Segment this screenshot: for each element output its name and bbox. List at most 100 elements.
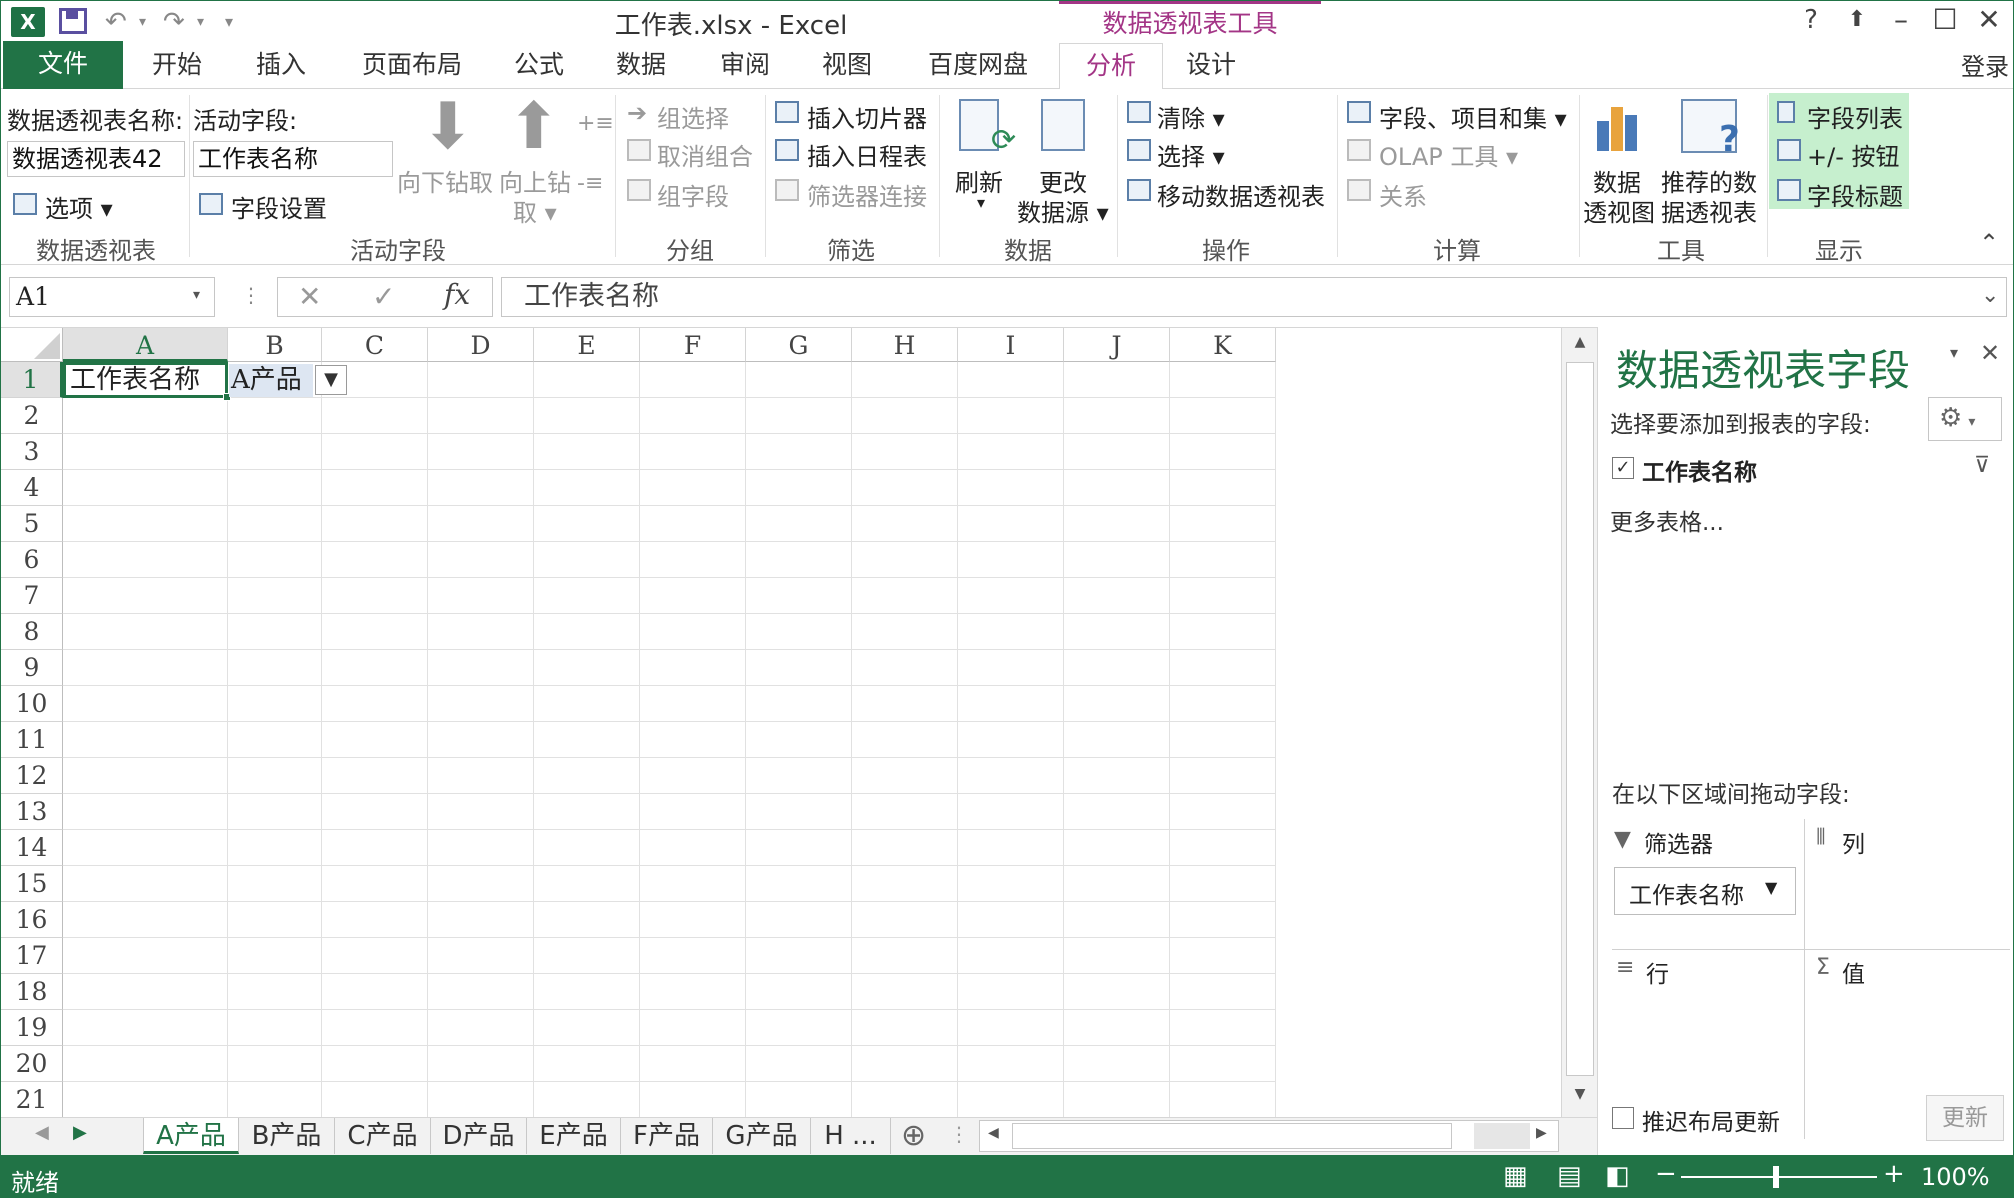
filter-field-pill[interactable]: 工作表名称 ▼ <box>1614 867 1796 915</box>
vertical-scroll-thumb[interactable] <box>1566 362 1594 1076</box>
column-header-d[interactable]: D <box>428 328 534 362</box>
column-header-j[interactable]: J <box>1064 328 1170 362</box>
filter-connections-button[interactable]: 筛选器连接 <box>807 177 927 212</box>
horizontal-scrollbar[interactable]: ◀ ▶ <box>979 1120 1559 1152</box>
insert-slicer-button[interactable]: 插入切片器 <box>807 99 927 134</box>
login-link[interactable]: 登录 <box>1961 47 2009 82</box>
sheet-tab-1[interactable]: B产品 <box>239 1118 335 1154</box>
tab-data[interactable]: 数据 <box>611 47 671 87</box>
new-sheet-icon[interactable]: ⊕ <box>901 1118 926 1153</box>
scroll-left-icon[interactable]: ◀ <box>988 1125 999 1141</box>
column-header-e[interactable]: E <box>534 328 640 362</box>
expand-formula-icon[interactable]: ⌄ <box>1981 283 1999 308</box>
fields-items-sets-button[interactable]: 字段、项目和集 ▾ <box>1379 99 1567 134</box>
cell-a1[interactable]: 工作表名称 <box>63 362 228 398</box>
worksheet-grid[interactable]: ABCDEFGHIJK 1 2 3 4 5 6 7 8 9 10 11 12 13 14 15 16 17 18 1… <box>1 327 1597 1118</box>
scroll-up-icon[interactable]: ▲ <box>1566 334 1594 358</box>
maximize-icon[interactable]: ☐ <box>1925 3 1965 36</box>
tab-home[interactable]: 开始 <box>147 47 207 87</box>
group-field-button[interactable]: 组字段 <box>657 177 729 212</box>
zoom-slider-thumb[interactable] <box>1773 1166 1779 1188</box>
zoom-level[interactable]: 100% <box>1921 1163 1990 1191</box>
row-header-10[interactable]: 10 <box>1 686 63 722</box>
tab-design[interactable]: 设计 <box>1181 47 1241 87</box>
pivot-chart-button-line2[interactable]: 透视图 <box>1583 193 1655 228</box>
zoom-slider-track[interactable] <box>1681 1176 1877 1178</box>
name-box-dropdown-icon[interactable]: ▾ <box>193 287 200 303</box>
column-header-a[interactable]: A <box>63 328 228 362</box>
sheet-tab-3[interactable]: D产品 <box>431 1118 527 1154</box>
tab-view[interactable]: 视图 <box>817 47 877 87</box>
vertical-scrollbar[interactable]: ▲ ▼ <box>1561 328 1597 1118</box>
select-button[interactable]: 选择 ▾ <box>1157 137 1225 172</box>
row-header-21[interactable]: 21 <box>1 1082 63 1118</box>
column-header-k[interactable]: K <box>1170 328 1276 362</box>
active-field-input[interactable]: 工作表名称 <box>193 141 393 177</box>
refresh-dropdown-icon[interactable]: ▾ <box>977 193 985 212</box>
tab-file[interactable]: 文件 <box>3 41 123 89</box>
filter-pill-dropdown-icon[interactable]: ▼ <box>1765 878 1777 897</box>
name-box[interactable]: A1 <box>9 277 215 317</box>
column-header-c[interactable]: C <box>322 328 428 362</box>
scroll-right-icon[interactable]: ▶ <box>1536 1125 1547 1141</box>
scroll-down-icon[interactable]: ▼ <box>1566 1086 1594 1110</box>
row-header-16[interactable]: 16 <box>1 902 63 938</box>
tab-analyze[interactable]: 分析 <box>1059 43 1163 90</box>
field-filter-icon[interactable]: ⊽ <box>1974 453 1990 478</box>
minimize-icon[interactable]: – <box>1881 3 1921 36</box>
column-header-i[interactable]: I <box>958 328 1064 362</box>
row-header-2[interactable]: 2 <box>1 398 63 434</box>
gear-icon[interactable]: ⚙ ▾ <box>1928 397 2002 441</box>
cell-b1[interactable]: A产品 <box>229 364 313 397</box>
tab-review[interactable]: 审阅 <box>715 47 775 87</box>
more-tables-link[interactable]: 更多表格... <box>1610 503 1724 537</box>
field-settings-button[interactable]: 字段设置 <box>231 189 327 224</box>
row-header-3[interactable]: 3 <box>1 434 63 470</box>
row-header-5[interactable]: 5 <box>1 506 63 542</box>
sheet-tab-4[interactable]: E产品 <box>527 1118 621 1154</box>
column-header-g[interactable]: G <box>746 328 852 362</box>
select-all-corner[interactable] <box>1 328 63 362</box>
zoom-in-icon[interactable]: + <box>1883 1159 1905 1189</box>
row-header-1[interactable]: 1 <box>1 362 63 398</box>
page-break-view-icon[interactable]: ◧ <box>1605 1161 1630 1191</box>
sheet-tab-0[interactable]: A产品 <box>143 1118 239 1154</box>
help-icon[interactable]: ? <box>1791 5 1831 35</box>
pane-close-icon[interactable]: ✕ <box>1980 339 2000 367</box>
recommended-pivot-button-line2[interactable]: 据透视表 <box>1661 193 1757 228</box>
defer-update-checkbox[interactable] <box>1612 1107 1634 1129</box>
sheet-tab-6[interactable]: G产品 <box>713 1118 811 1154</box>
cancel-icon[interactable]: ✕ <box>298 280 321 313</box>
row-header-19[interactable]: 19 <box>1 1010 63 1046</box>
normal-view-icon[interactable]: ▦ <box>1503 1161 1528 1191</box>
insert-timeline-button[interactable]: 插入日程表 <box>807 137 927 172</box>
column-header-h[interactable]: H <box>852 328 958 362</box>
pane-options-dropdown-icon[interactable]: ▾ <box>1950 343 1958 362</box>
tab-page-layout[interactable]: 页面布局 <box>357 47 467 87</box>
tab-baidu-netdisk[interactable]: 百度网盘 <box>919 47 1037 87</box>
tab-insert[interactable]: 插入 <box>251 47 311 87</box>
zoom-out-icon[interactable]: − <box>1655 1159 1677 1189</box>
row-header-14[interactable]: 14 <box>1 830 63 866</box>
row-header-11[interactable]: 11 <box>1 722 63 758</box>
clear-button[interactable]: 清除 ▾ <box>1157 99 1225 134</box>
filter-dropdown-icon[interactable]: ▼ <box>315 365 347 395</box>
column-header-b[interactable]: B <box>228 328 322 362</box>
update-button[interactable]: 更新 <box>1926 1095 2004 1141</box>
prev-sheet-icon[interactable]: ◀ <box>35 1122 49 1143</box>
row-header-7[interactable]: 7 <box>1 578 63 614</box>
relationships-button[interactable]: 关系 <box>1379 177 1427 212</box>
field-headers-toggle[interactable]: 字段标题 <box>1807 177 1903 212</box>
next-sheet-icon[interactable]: ▶ <box>73 1122 87 1143</box>
field-list-toggle[interactable]: 字段列表 <box>1807 99 1903 134</box>
olap-tools-button[interactable]: OLAP 工具 ▾ <box>1379 137 1518 172</box>
expand-field-icon[interactable]: +≡ <box>577 111 614 136</box>
collapse-ribbon-icon[interactable]: ⌃ <box>1979 229 1999 257</box>
pivot-name-input[interactable]: 数据透视表42 <box>7 141 185 177</box>
ungroup-button[interactable]: 取消组合 <box>657 137 753 172</box>
sheet-tab-5[interactable]: F产品 <box>621 1118 713 1154</box>
row-header-15[interactable]: 15 <box>1 866 63 902</box>
plus-minus-buttons-toggle[interactable]: +/- 按钮 <box>1807 137 1899 172</box>
row-header-8[interactable]: 8 <box>1 614 63 650</box>
ribbon-display-options-icon[interactable]: ⬆ <box>1837 7 1877 32</box>
